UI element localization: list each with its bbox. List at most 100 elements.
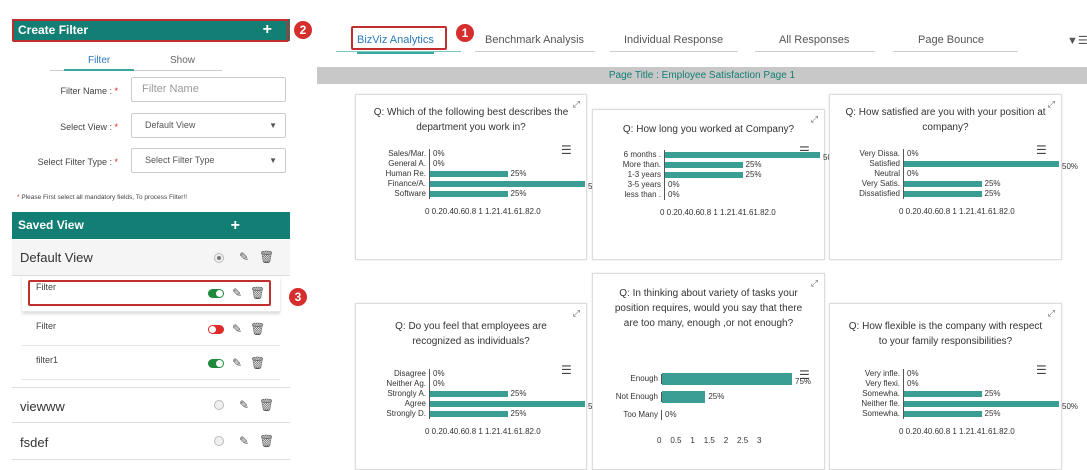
delete-icon[interactable]: 🗑 [250,287,265,299]
expand-icon[interactable]: ⤢ [1048,99,1055,110]
chart-axis [429,369,430,379]
filter-row[interactable]: Filter ✎ 🗑 [22,312,280,346]
edit-icon[interactable]: ✎ [232,357,242,369]
tab-page-bounce[interactable]: Page Bounce [918,34,984,52]
chart-bar-row: Human Re. 25% [356,169,588,179]
chart-bar [904,191,982,197]
chart-bar-row: Sales/Mar. 0% [356,149,588,159]
expand-icon[interactable]: ⤢ [811,278,818,289]
chart-title: Q: How flexible is the company with resp… [848,321,1043,347]
tab-individual-response[interactable]: Individual Response [624,34,723,52]
expand-icon[interactable]: ⤢ [1048,308,1055,319]
tab-filter-underline [64,69,134,71]
edit-icon[interactable]: ✎ [239,435,249,447]
tab-filter[interactable]: Filter [88,55,110,66]
delete-icon[interactable]: 🗑 [259,251,274,263]
chart-bar-row: Satisfied 50% [830,159,1078,171]
tab-show[interactable]: Show [170,55,195,66]
callout-1: 1 [456,24,474,42]
filter-icon[interactable]: ▼☰ [1067,34,1087,47]
chart-card: Q: How satisfied are you with your posit… [829,94,1078,260]
add-filter-plus-icon[interactable]: + [263,19,272,41]
bar-category-label: Very Dissa. [859,149,900,158]
bar-value-label: 50% [1062,402,1079,411]
x-axis-ticks: 0 0.20.40.60.8 1 1.21.41.61.82.0 [899,427,1015,436]
tab-benchmark-analysis[interactable]: Benchmark Analysis [485,34,584,52]
chart-bar-row: Strongly A. 25% [356,389,588,399]
delete-icon[interactable]: 🗑 [250,357,265,369]
chart-bar-row: 1-3 years 25% [593,170,826,180]
chart-bar-row: Enough 75% [593,373,826,386]
bar-category-label: Neutral [874,169,900,178]
x-axis-ticks: 0 0.20.40.60.8 1 1.21.41.61.82.0 [660,208,776,217]
filter-row[interactable]: Filter ✎ 🗑 [22,276,280,312]
filter-name: Filter [36,282,56,292]
chart-bar-row: Neutral 0% [830,169,1063,179]
select-view-dropdown[interactable]: Default View ▼ [131,113,286,138]
select-filter-type-dropdown[interactable]: Select Filter Type ▼ [131,148,286,173]
chart-card: Q: Which of the following best describes… [355,94,604,260]
chart-bar [904,181,982,187]
chart-axis [429,159,430,169]
toggle-switch[interactable] [208,359,224,368]
bar-category-label: Too Many [623,410,658,419]
delete-icon[interactable]: 🗑 [259,435,274,447]
view-name: Default View [20,250,93,265]
bar-value-label: 0% [907,169,919,178]
bar-category-label: Very flexi. [865,379,900,388]
chart-bar-row: Very flexi. 0% [830,379,1063,389]
expand-icon[interactable]: ⤢ [811,114,818,125]
view-row-default[interactable]: Default View ✎ 🗑 [12,240,290,276]
edit-icon[interactable]: ✎ [232,323,242,335]
add-view-plus-icon[interactable]: + [231,212,240,239]
toggle-switch[interactable] [208,325,224,334]
bar-category-label: Somewha. [862,409,900,418]
bar-category-label: General A. [388,159,426,168]
bar-category-label: Not Enough [615,392,658,401]
chart-bar-row: Very Satis. 25% [830,179,1063,189]
toggle-switch[interactable] [208,289,224,298]
delete-icon[interactable]: 🗑 [259,399,274,411]
expand-icon[interactable]: ⤢ [573,99,580,110]
create-filter-header[interactable]: Create Filter + [12,19,290,41]
filter-name-input[interactable]: Filter Name [131,77,286,102]
chart-bar-row: Neither fle. 50% [830,399,1078,411]
edit-icon[interactable]: ✎ [232,287,242,299]
bar-value-label: 0% [907,369,919,378]
filter-row[interactable]: filter1 ✎ 🗑 [22,346,280,380]
chart-axis [903,149,904,159]
bar-category-label: Very infle. [864,369,900,378]
bar-value-label: 0% [907,149,919,158]
view-row[interactable]: fsdef ✎ 🗑 [12,424,290,460]
chart-axis [429,149,430,159]
view-radio[interactable] [214,400,224,410]
chart-bar-row: Neither Ag. 0% [356,379,588,389]
view-row[interactable]: viewww ✎ 🗑 [12,387,290,423]
edit-icon[interactable]: ✎ [239,251,249,263]
chart-bar [430,191,508,197]
x-axis-ticks: 0 0.20.40.60.8 1 1.21.41.61.82.0 [425,427,541,436]
select-view-label: Select View : * [60,122,118,132]
bar-value-label: 0% [665,410,677,419]
bar-value-label: 50% [1062,162,1079,171]
chart-bar [430,171,508,177]
filter-show-tabs: Filter Show [50,53,222,71]
bar-category-label: Satisfied [869,159,900,168]
view-radio[interactable] [214,436,224,446]
view-radio[interactable] [214,253,224,263]
mandatory-note: * Please First select all mandatory fiel… [17,194,188,201]
chart-title: Q: How long you worked at Company? [622,124,795,135]
bar-category-label: Strongly D. [386,409,426,418]
expand-icon[interactable]: ⤢ [573,308,580,319]
tab-all-responses[interactable]: All Responses [779,34,849,52]
bar-value-label: 25% [510,389,527,398]
chart-bar-row: More than. 25% [593,160,826,170]
delete-icon[interactable]: 🗑 [250,323,265,335]
bar-category-label: Disagree [393,369,426,378]
bar-category-label: Sales/Mar. [388,149,426,158]
bar-value-label: 0% [433,149,445,158]
chart-bar-row: Strongly D. 25% [356,409,588,419]
bar-value-label: 0% [668,180,680,189]
bar-category-label: Finance/A. [387,179,426,188]
edit-icon[interactable]: ✎ [239,399,249,411]
